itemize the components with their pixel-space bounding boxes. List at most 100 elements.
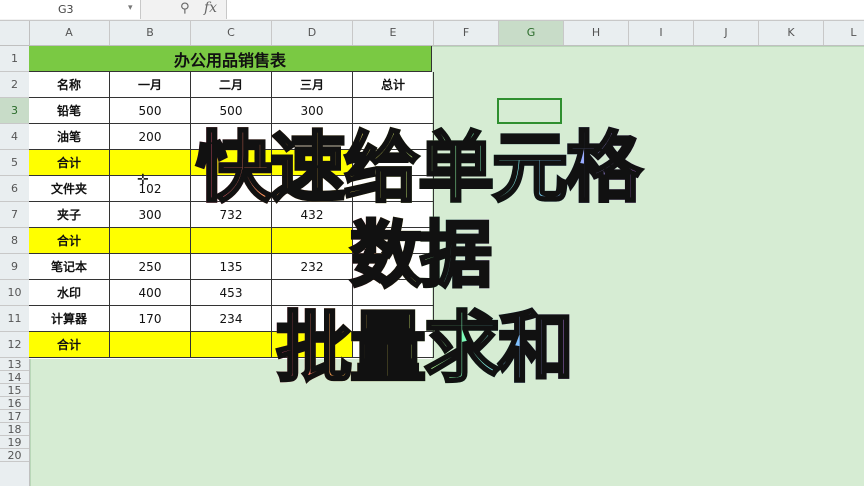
row-header-1[interactable]: 1 xyxy=(0,46,29,72)
sheet-title[interactable]: 办公用品销售表 xyxy=(29,46,432,72)
row-label-cell[interactable]: 合计 xyxy=(29,332,110,358)
value-cell[interactable] xyxy=(353,332,434,358)
row-label-cell[interactable]: 计算器 xyxy=(29,306,110,332)
value-cell[interactable] xyxy=(110,150,191,176)
row-header-5[interactable]: 5 xyxy=(0,150,29,176)
formula-input[interactable] xyxy=(226,0,864,19)
header-cell[interactable]: 名称 xyxy=(29,72,110,98)
column-header-a[interactable]: A xyxy=(29,21,110,45)
column-headers: ABCDEFGHIJKL xyxy=(0,21,864,46)
value-cell[interactable] xyxy=(353,306,434,332)
value-cell[interactable]: 232 xyxy=(272,254,353,280)
value-cell[interactable]: 500 xyxy=(110,98,191,124)
row-label-cell[interactable]: 铅笔 xyxy=(29,98,110,124)
column-header-g[interactable]: G xyxy=(499,21,564,45)
row-header-10[interactable]: 10 xyxy=(0,280,29,306)
value-cell[interactable] xyxy=(272,306,353,332)
zoom-icon[interactable]: ⚲ xyxy=(180,1,190,16)
row-header-2[interactable]: 2 xyxy=(0,72,29,98)
row-header-13[interactable]: 13 xyxy=(0,358,29,371)
fx-icon[interactable]: fx xyxy=(204,0,217,16)
row-header-9[interactable]: 9 xyxy=(0,254,29,280)
row-label-cell[interactable]: 笔记本 xyxy=(29,254,110,280)
column-header-l[interactable]: L xyxy=(824,21,864,45)
row-label-cell[interactable]: 油笔 xyxy=(29,124,110,150)
value-cell[interactable] xyxy=(353,98,434,124)
value-cell[interactable] xyxy=(110,228,191,254)
row-header-18[interactable]: 18 xyxy=(0,423,29,436)
value-cell[interactable]: 200 xyxy=(110,124,191,150)
value-cell[interactable] xyxy=(353,124,434,150)
header-cell[interactable]: 二月 xyxy=(191,72,272,98)
value-cell[interactable] xyxy=(353,228,434,254)
column-header-j[interactable]: J xyxy=(694,21,759,45)
row-header-15[interactable]: 15 xyxy=(0,384,29,397)
value-cell[interactable]: 170 xyxy=(110,306,191,332)
row-label-cell[interactable]: 合计 xyxy=(29,150,110,176)
row-headers: 1 2 3 4 5 6 7 8 9 10 11 12 13 14 15 16 17 18 19 20 xyxy=(0,46,30,486)
row-header-7[interactable]: 7 xyxy=(0,202,29,228)
active-cell-selection[interactable] xyxy=(497,98,562,124)
column-header-k[interactable]: K xyxy=(759,21,824,45)
value-cell[interactable]: 102 xyxy=(110,176,191,202)
value-cell[interactable]: 453 xyxy=(191,280,272,306)
row-label-cell[interactable]: 夹子 xyxy=(29,202,110,228)
value-cell[interactable]: 400 xyxy=(110,280,191,306)
value-cell[interactable]: 300 xyxy=(272,98,353,124)
header-cell[interactable]: 总计 xyxy=(353,72,434,98)
value-cell[interactable]: 300 xyxy=(110,202,191,228)
value-cell[interactable] xyxy=(272,280,353,306)
value-cell[interactable]: 250 xyxy=(110,254,191,280)
value-cell[interactable] xyxy=(191,124,272,150)
row-label-cell[interactable]: 合计 xyxy=(29,228,110,254)
row-header-19[interactable]: 19 xyxy=(0,436,29,449)
value-cell[interactable]: 500 xyxy=(191,98,272,124)
row-header-20[interactable]: 20 xyxy=(0,449,29,462)
row-header-16[interactable]: 16 xyxy=(0,397,29,410)
value-cell[interactable] xyxy=(272,150,353,176)
column-header-b[interactable]: B xyxy=(110,21,191,45)
row-header-6[interactable]: 6 xyxy=(0,176,29,202)
value-cell[interactable] xyxy=(353,280,434,306)
value-cell[interactable] xyxy=(272,124,353,150)
column-header-c[interactable]: C xyxy=(191,21,272,45)
select-all-corner[interactable] xyxy=(0,21,30,45)
value-cell[interactable] xyxy=(272,176,353,202)
value-cell[interactable]: 135 xyxy=(191,254,272,280)
value-cell[interactable] xyxy=(353,150,434,176)
row-header-17[interactable]: 17 xyxy=(0,410,29,423)
column-header-i[interactable]: I xyxy=(629,21,694,45)
row-label-cell[interactable]: 文件夹 xyxy=(29,176,110,202)
value-cell[interactable] xyxy=(191,332,272,358)
value-cell[interactable]: 234 xyxy=(191,306,272,332)
sales-table: 办公用品销售表 名称 一月 二月 三月 总计 铅笔 500 500 300 油笔 200 合计 文件夹 10… xyxy=(29,46,434,359)
column-header-d[interactable]: D xyxy=(272,21,353,45)
column-header-e[interactable]: E xyxy=(353,21,434,45)
row-header-11[interactable]: 11 xyxy=(0,306,29,332)
value-cell[interactable]: 432 xyxy=(272,202,353,228)
value-cell[interactable] xyxy=(272,332,353,358)
header-cell[interactable]: 一月 xyxy=(110,72,191,98)
value-cell[interactable]: 732 xyxy=(191,202,272,228)
column-header-h[interactable]: H xyxy=(564,21,629,45)
row-header-4[interactable]: 4 xyxy=(0,124,29,150)
row-header-14[interactable]: 14 xyxy=(0,371,29,384)
column-header-f[interactable]: F xyxy=(434,21,499,45)
value-cell[interactable] xyxy=(353,202,434,228)
row-label-cell[interactable]: 水印 xyxy=(29,280,110,306)
name-box-value: G3 xyxy=(58,3,74,16)
row-header-3[interactable]: 3 xyxy=(0,98,29,124)
formula-bar: G3 ▾ ⚲ fx xyxy=(0,0,864,21)
row-header-12[interactable]: 12 xyxy=(0,332,29,358)
name-box[interactable]: G3 ▾ xyxy=(0,0,141,19)
value-cell[interactable] xyxy=(191,228,272,254)
chevron-down-icon[interactable]: ▾ xyxy=(128,3,133,13)
value-cell[interactable] xyxy=(353,176,434,202)
value-cell[interactable] xyxy=(191,150,272,176)
value-cell[interactable] xyxy=(272,228,353,254)
value-cell[interactable] xyxy=(110,332,191,358)
row-header-8[interactable]: 8 xyxy=(0,228,29,254)
header-cell[interactable]: 三月 xyxy=(272,72,353,98)
value-cell[interactable] xyxy=(353,254,434,280)
value-cell[interactable] xyxy=(191,176,272,202)
